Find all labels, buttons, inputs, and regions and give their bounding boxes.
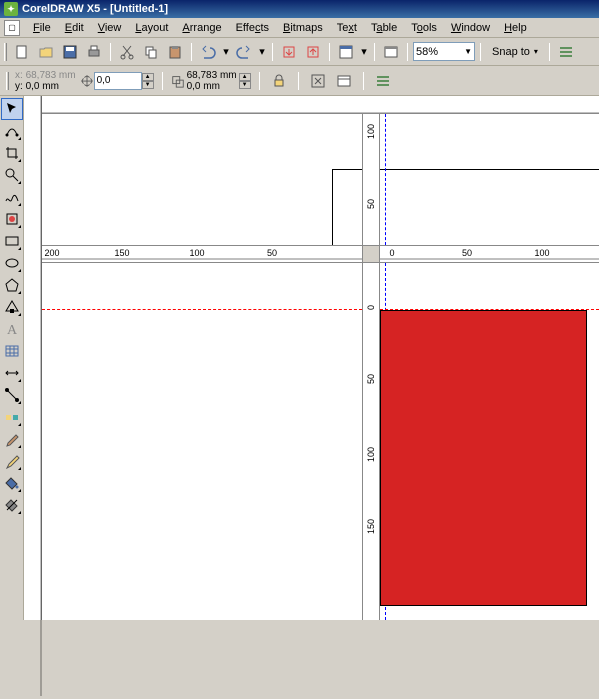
save-button[interactable] bbox=[59, 41, 81, 63]
interactive-blend-tool[interactable] bbox=[1, 406, 23, 428]
draw-complex-button[interactable] bbox=[333, 70, 355, 92]
menu-bitmaps[interactable]: Bitmaps bbox=[276, 20, 330, 36]
dup-spinner[interactable]: ▲▼ bbox=[239, 73, 251, 89]
snap-to-dropdown[interactable]: Snap to ▾ bbox=[486, 44, 544, 60]
export-button[interactable] bbox=[302, 41, 324, 63]
vertical-ruler-left[interactable] bbox=[24, 96, 42, 620]
nudge-icon bbox=[80, 74, 94, 88]
menu-layout[interactable]: Layout bbox=[128, 20, 175, 36]
zoom-combo[interactable]: 58% ▼ bbox=[413, 42, 475, 61]
options-dropdown[interactable] bbox=[372, 70, 394, 92]
guide-horizontal-red-left[interactable] bbox=[42, 309, 362, 310]
text-tool[interactable]: A bbox=[1, 318, 23, 340]
toolbox: A bbox=[0, 96, 24, 620]
app-logo-icon: ✦ bbox=[4, 2, 18, 16]
undo-button[interactable] bbox=[197, 41, 219, 63]
polygon-tool[interactable] bbox=[1, 274, 23, 296]
app-launcher[interactable] bbox=[335, 41, 357, 63]
canvas-area: 200 150 100 50 0 50 100 100 50 0 50 100 … bbox=[24, 96, 599, 620]
menu-file[interactable]: File bbox=[26, 20, 58, 36]
standard-toolbar: ▾ ▾ ▾ 58% ▼ Snap to ▾ bbox=[0, 38, 599, 66]
crop-tool[interactable] bbox=[1, 142, 23, 164]
basic-shapes-tool[interactable] bbox=[1, 296, 23, 318]
table-tool[interactable] bbox=[1, 340, 23, 362]
print-button[interactable] bbox=[83, 41, 105, 63]
ruler-tick: 100 bbox=[366, 447, 376, 462]
connector-tool[interactable] bbox=[1, 384, 23, 406]
guide-vertical-top[interactable] bbox=[385, 114, 386, 245]
vertical-ruler-right[interactable]: 100 50 0 50 100 150 bbox=[362, 114, 380, 620]
propbar-grip[interactable] bbox=[6, 72, 9, 90]
menu-window[interactable]: Window bbox=[444, 20, 497, 36]
freehand-tool[interactable] bbox=[1, 186, 23, 208]
chevron-down-icon: ▾ bbox=[534, 47, 538, 56]
app-launcher-dropdown[interactable]: ▾ bbox=[359, 41, 369, 63]
eyedropper-tool[interactable] bbox=[1, 428, 23, 450]
svg-text:A: A bbox=[7, 323, 18, 337]
title-bar: ✦ CorelDRAW X5 - [Untitled-1] bbox=[0, 0, 599, 18]
menu-text[interactable]: Text bbox=[330, 20, 364, 36]
coord-labels: x: 68,783 mm y: 0,0 mm bbox=[15, 70, 76, 92]
menu-arrange[interactable]: Arrange bbox=[175, 20, 228, 36]
menu-table[interactable]: Table bbox=[364, 20, 404, 36]
ruler-tick: 150 bbox=[366, 519, 376, 534]
outline-tool[interactable] bbox=[1, 450, 23, 472]
menu-view[interactable]: View bbox=[91, 20, 129, 36]
horizontal-ruler-bottom[interactable]: 200 150 100 50 0 50 100 bbox=[42, 245, 599, 263]
y-value: 0,0 mm bbox=[26, 81, 59, 92]
zoom-value: 58% bbox=[416, 46, 438, 58]
import-button[interactable] bbox=[278, 41, 300, 63]
app-title: CorelDRAW X5 - [Untitled-1] bbox=[22, 3, 168, 15]
interactive-fill-tool[interactable] bbox=[1, 494, 23, 516]
menu-effects[interactable]: Effects bbox=[229, 20, 276, 36]
nudge-input[interactable] bbox=[94, 72, 142, 90]
dup-width: 68,783 mm bbox=[187, 70, 237, 81]
options-button[interactable] bbox=[555, 41, 577, 63]
copy-button[interactable] bbox=[140, 41, 162, 63]
redo-dropdown[interactable]: ▾ bbox=[257, 41, 267, 63]
open-button[interactable] bbox=[35, 41, 57, 63]
duplicate-size-labels: 68,783 mm 0,0 mm bbox=[187, 70, 237, 92]
menu-tools[interactable]: Tools bbox=[404, 20, 444, 36]
duplicate-distance-icon bbox=[171, 67, 185, 95]
zoom-tool[interactable] bbox=[1, 164, 23, 186]
canvas-top-pane[interactable] bbox=[42, 114, 599, 245]
undo-dropdown[interactable]: ▾ bbox=[221, 41, 231, 63]
nudge-spinner[interactable]: ▲▼ bbox=[142, 73, 154, 89]
toolbar-grip[interactable] bbox=[4, 43, 7, 61]
work-area: A 200 150 10 bbox=[0, 96, 599, 620]
new-button[interactable] bbox=[11, 41, 33, 63]
horizontal-ruler-top[interactable] bbox=[42, 96, 599, 114]
cut-button[interactable] bbox=[116, 41, 138, 63]
canvas-bottom-right-pane[interactable] bbox=[380, 263, 599, 620]
lock-button[interactable] bbox=[268, 70, 290, 92]
ellipse-tool[interactable] bbox=[1, 252, 23, 274]
dup-height: 0,0 mm bbox=[187, 81, 237, 92]
ruler-tick: 0 bbox=[366, 305, 376, 310]
pick-tool[interactable] bbox=[1, 98, 23, 120]
redo-button[interactable] bbox=[233, 41, 255, 63]
treat-as-filled-button[interactable] bbox=[307, 70, 329, 92]
rectangle-tool[interactable] bbox=[1, 230, 23, 252]
fill-tool[interactable] bbox=[1, 472, 23, 494]
dimension-tool[interactable] bbox=[1, 362, 23, 384]
ruler-tick: 50 bbox=[366, 199, 376, 209]
ruler-tick: 50 bbox=[366, 374, 376, 384]
smart-fill-tool[interactable] bbox=[1, 208, 23, 230]
menu-bar: ▢ File Edit View Layout Arrange Effects … bbox=[0, 18, 599, 38]
chevron-down-icon: ▼ bbox=[464, 47, 472, 56]
document-sysmenu-icon[interactable]: ▢ bbox=[4, 20, 20, 36]
menu-edit[interactable]: Edit bbox=[58, 20, 91, 36]
ruler-tick: 100 bbox=[366, 124, 376, 139]
canvas-bottom-left-pane[interactable] bbox=[42, 263, 362, 620]
menu-help[interactable]: Help bbox=[497, 20, 534, 36]
x-value: 68,783 mm bbox=[26, 70, 76, 81]
welcome-button[interactable] bbox=[380, 41, 402, 63]
paste-button[interactable] bbox=[164, 41, 186, 63]
property-bar: x: 68,783 mm y: 0,0 mm ▲▼ 68,783 mm 0,0 … bbox=[0, 66, 599, 96]
red-rectangle-shape[interactable] bbox=[380, 310, 587, 606]
shape-tool[interactable] bbox=[1, 120, 23, 142]
ruler-origin-bottom[interactable] bbox=[362, 245, 380, 263]
